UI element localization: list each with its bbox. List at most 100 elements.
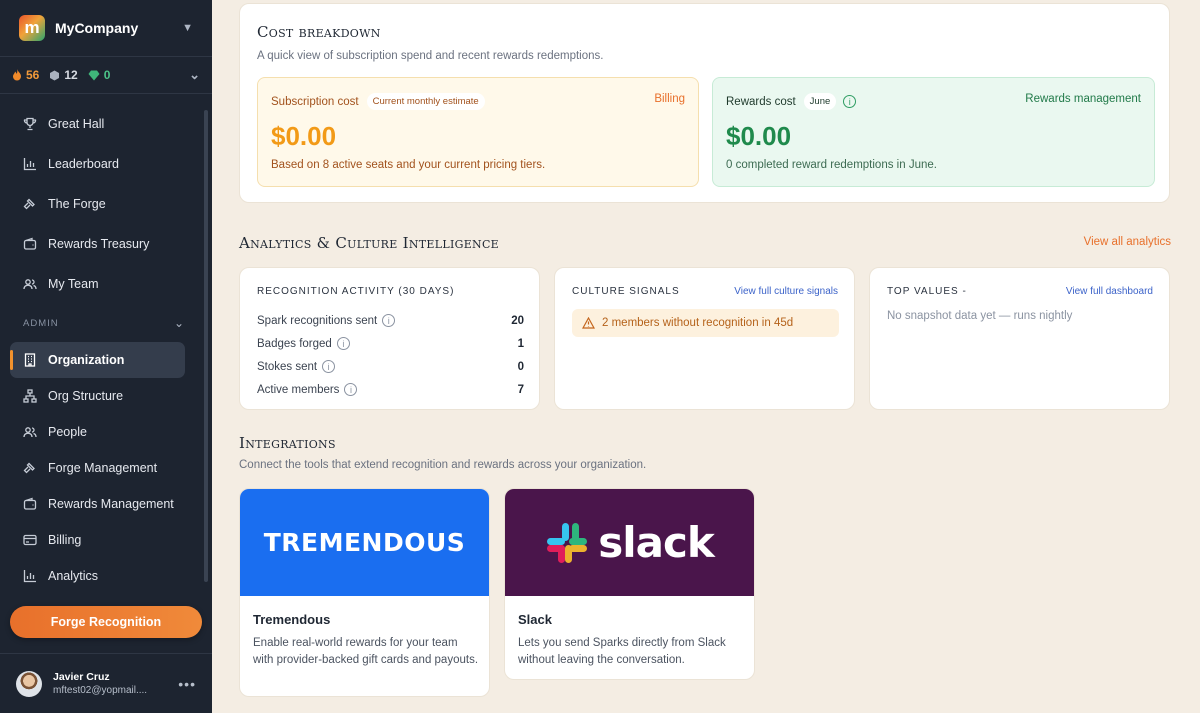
building-icon: [22, 352, 38, 368]
sidebar-scrollbar[interactable]: [204, 110, 208, 582]
wallet-icon: [22, 236, 38, 252]
month-pill: June: [803, 93, 837, 110]
admin-section-header[interactable]: ADMIN ⌄: [10, 308, 185, 338]
trophy-icon: [22, 116, 38, 132]
stat-label: Badges forged: [257, 337, 332, 350]
flame-icon: [13, 69, 21, 81]
team-icon: [22, 276, 38, 292]
sidebar-item-label: The Forge: [48, 197, 106, 211]
org-chart-icon: [22, 388, 38, 404]
sidebar-item-my-team[interactable]: My Team: [10, 266, 185, 302]
credit-card-icon: [22, 532, 38, 548]
rewards-management-link[interactable]: Rewards management: [1025, 93, 1141, 105]
stat-value: 0: [517, 360, 524, 373]
stat-value: 20: [511, 314, 524, 327]
culture-signal-text: 2 members without recognition in 45d: [602, 317, 794, 329]
culture-signal-alert[interactable]: 2 members without recognition in 45d: [572, 309, 839, 337]
slack-logo: slack: [505, 489, 754, 596]
sidebar-item-organization[interactable]: Organization: [10, 342, 185, 378]
sidebar-item-label: Billing: [48, 533, 82, 547]
user-profile[interactable]: Javier Cruz mftest02@yopmail.... •••: [0, 653, 212, 713]
chevron-down-icon: ⌄: [173, 316, 185, 330]
sidebar-item-label: Analytics: [48, 569, 99, 583]
company-name: MyCompany: [55, 20, 139, 36]
view-culture-signals-link[interactable]: View full culture signals: [734, 286, 838, 297]
chevron-down-icon: ▼: [182, 22, 193, 34]
forge-recognition-button[interactable]: Forge Recognition: [10, 606, 202, 638]
sidebar-item-people[interactable]: People: [10, 414, 185, 450]
sidebar: m MyCompany ▼ 56 12 0 ⌄ Great Hall Leade…: [0, 0, 212, 713]
integrations-subtitle: Connect the tools that extend recognitio…: [239, 459, 647, 471]
sidebar-item-billing[interactable]: Billing: [10, 522, 185, 558]
sidebar-item-label: Forge Management: [48, 461, 158, 475]
analytics-title: Analytics & Culture Intelligence: [239, 234, 499, 252]
stat-row: Spark recognitions sent i 20: [257, 309, 524, 332]
admin-label: ADMIN: [23, 317, 59, 329]
sidebar-item-rewards-management[interactable]: Rewards Management: [10, 486, 185, 522]
tremendous-wordmark: TREMENDOUS: [263, 528, 466, 557]
people-icon: [22, 424, 38, 440]
main-content: Cost breakdown A quick view of subscript…: [212, 0, 1200, 713]
avatar: [16, 670, 42, 697]
chevron-down-icon[interactable]: ⌄: [189, 67, 200, 83]
fire-stat: 56: [12, 68, 39, 82]
integration-name: Slack: [518, 612, 552, 627]
stone-count: 12: [64, 68, 78, 82]
company-switcher[interactable]: m MyCompany ▼: [0, 0, 212, 57]
culture-signals-card: CULTURE SIGNALS View full culture signal…: [554, 267, 855, 410]
empty-state-text: No snapshot data yet — runs nightly: [887, 310, 1073, 322]
bar-chart-icon: [22, 156, 38, 172]
info-icon[interactable]: i: [336, 337, 350, 350]
view-all-analytics-link[interactable]: View all analytics: [1084, 236, 1171, 248]
integration-card-slack[interactable]: slack Slack Lets you send Sparks directl…: [504, 488, 755, 680]
cost-breakdown-card: Cost breakdown A quick view of subscript…: [239, 3, 1170, 203]
info-icon[interactable]: i: [322, 360, 336, 373]
stats-bar[interactable]: 56 12 0 ⌄: [0, 57, 212, 94]
sidebar-item-org-structure[interactable]: Org Structure: [10, 378, 185, 414]
recognition-caption: RECOGNITION ACTIVITY (30 DAYS): [257, 286, 455, 297]
integration-name: Tremendous: [253, 612, 331, 627]
sidebar-item-label: Leaderboard: [48, 157, 119, 171]
sidebar-item-label: Great Hall: [48, 117, 105, 131]
sidebar-item-leaderboard[interactable]: Leaderboard: [10, 146, 185, 182]
sidebar-item-rewards-treasury[interactable]: Rewards Treasury: [10, 226, 185, 262]
hammer-icon: [22, 460, 38, 476]
sidebar-item-great-hall[interactable]: Great Hall: [10, 106, 185, 142]
stat-value: 1: [517, 337, 524, 350]
sidebar-item-forge-management[interactable]: Forge Management: [10, 450, 185, 486]
sidebar-nav: Great Hall Leaderboard The Forge Rewards…: [0, 106, 204, 594]
bar-chart-icon: [22, 568, 38, 584]
user-email: mftest02@yopmail....: [53, 685, 148, 696]
sidebar-item-the-forge[interactable]: The Forge: [10, 186, 185, 222]
subscription-cost-label: Subscription cost: [271, 95, 359, 108]
company-logo: m: [19, 15, 45, 41]
integration-card-tremendous[interactable]: TREMENDOUS Tremendous Enable real-world …: [239, 488, 490, 697]
stone-stat: 12: [49, 68, 78, 82]
warning-icon: [582, 317, 595, 329]
user-name: Javier Cruz: [53, 671, 110, 683]
subscription-note: Based on 8 active seats and your current…: [271, 159, 546, 171]
wallet-icon: [22, 496, 38, 512]
tremendous-logo: TREMENDOUS: [240, 489, 489, 596]
view-dashboard-link[interactable]: View full dashboard: [1066, 286, 1153, 297]
info-icon[interactable]: i: [344, 383, 358, 396]
cost-breakdown-title: Cost breakdown: [257, 23, 381, 41]
info-icon[interactable]: i: [382, 314, 396, 327]
rewards-cost-panel: Rewards cost June i Rewards management $…: [712, 77, 1155, 187]
slack-icon: [547, 522, 588, 563]
stat-label: Active members: [257, 383, 340, 396]
sidebar-item-label: My Team: [48, 277, 99, 291]
info-icon[interactable]: i: [843, 95, 857, 108]
more-options-icon[interactable]: •••: [178, 676, 196, 692]
integration-description: Lets you send Sparks directly from Slack…: [518, 637, 726, 666]
sidebar-item-analytics[interactable]: Analytics: [10, 558, 185, 594]
cost-breakdown-subtitle: A quick view of subscription spend and r…: [257, 50, 604, 62]
sidebar-item-label: Organization: [48, 353, 125, 367]
gem-count: 0: [103, 68, 111, 82]
top-values-caption: TOP VALUES -: [887, 286, 967, 297]
stone-icon: [50, 70, 60, 80]
stat-row: Badges forged i 1: [257, 332, 524, 355]
top-values-card: TOP VALUES - View full dashboard No snap…: [869, 267, 1170, 410]
integration-description: Enable real-world rewards for your team …: [253, 637, 479, 666]
billing-link[interactable]: Billing: [654, 93, 685, 105]
